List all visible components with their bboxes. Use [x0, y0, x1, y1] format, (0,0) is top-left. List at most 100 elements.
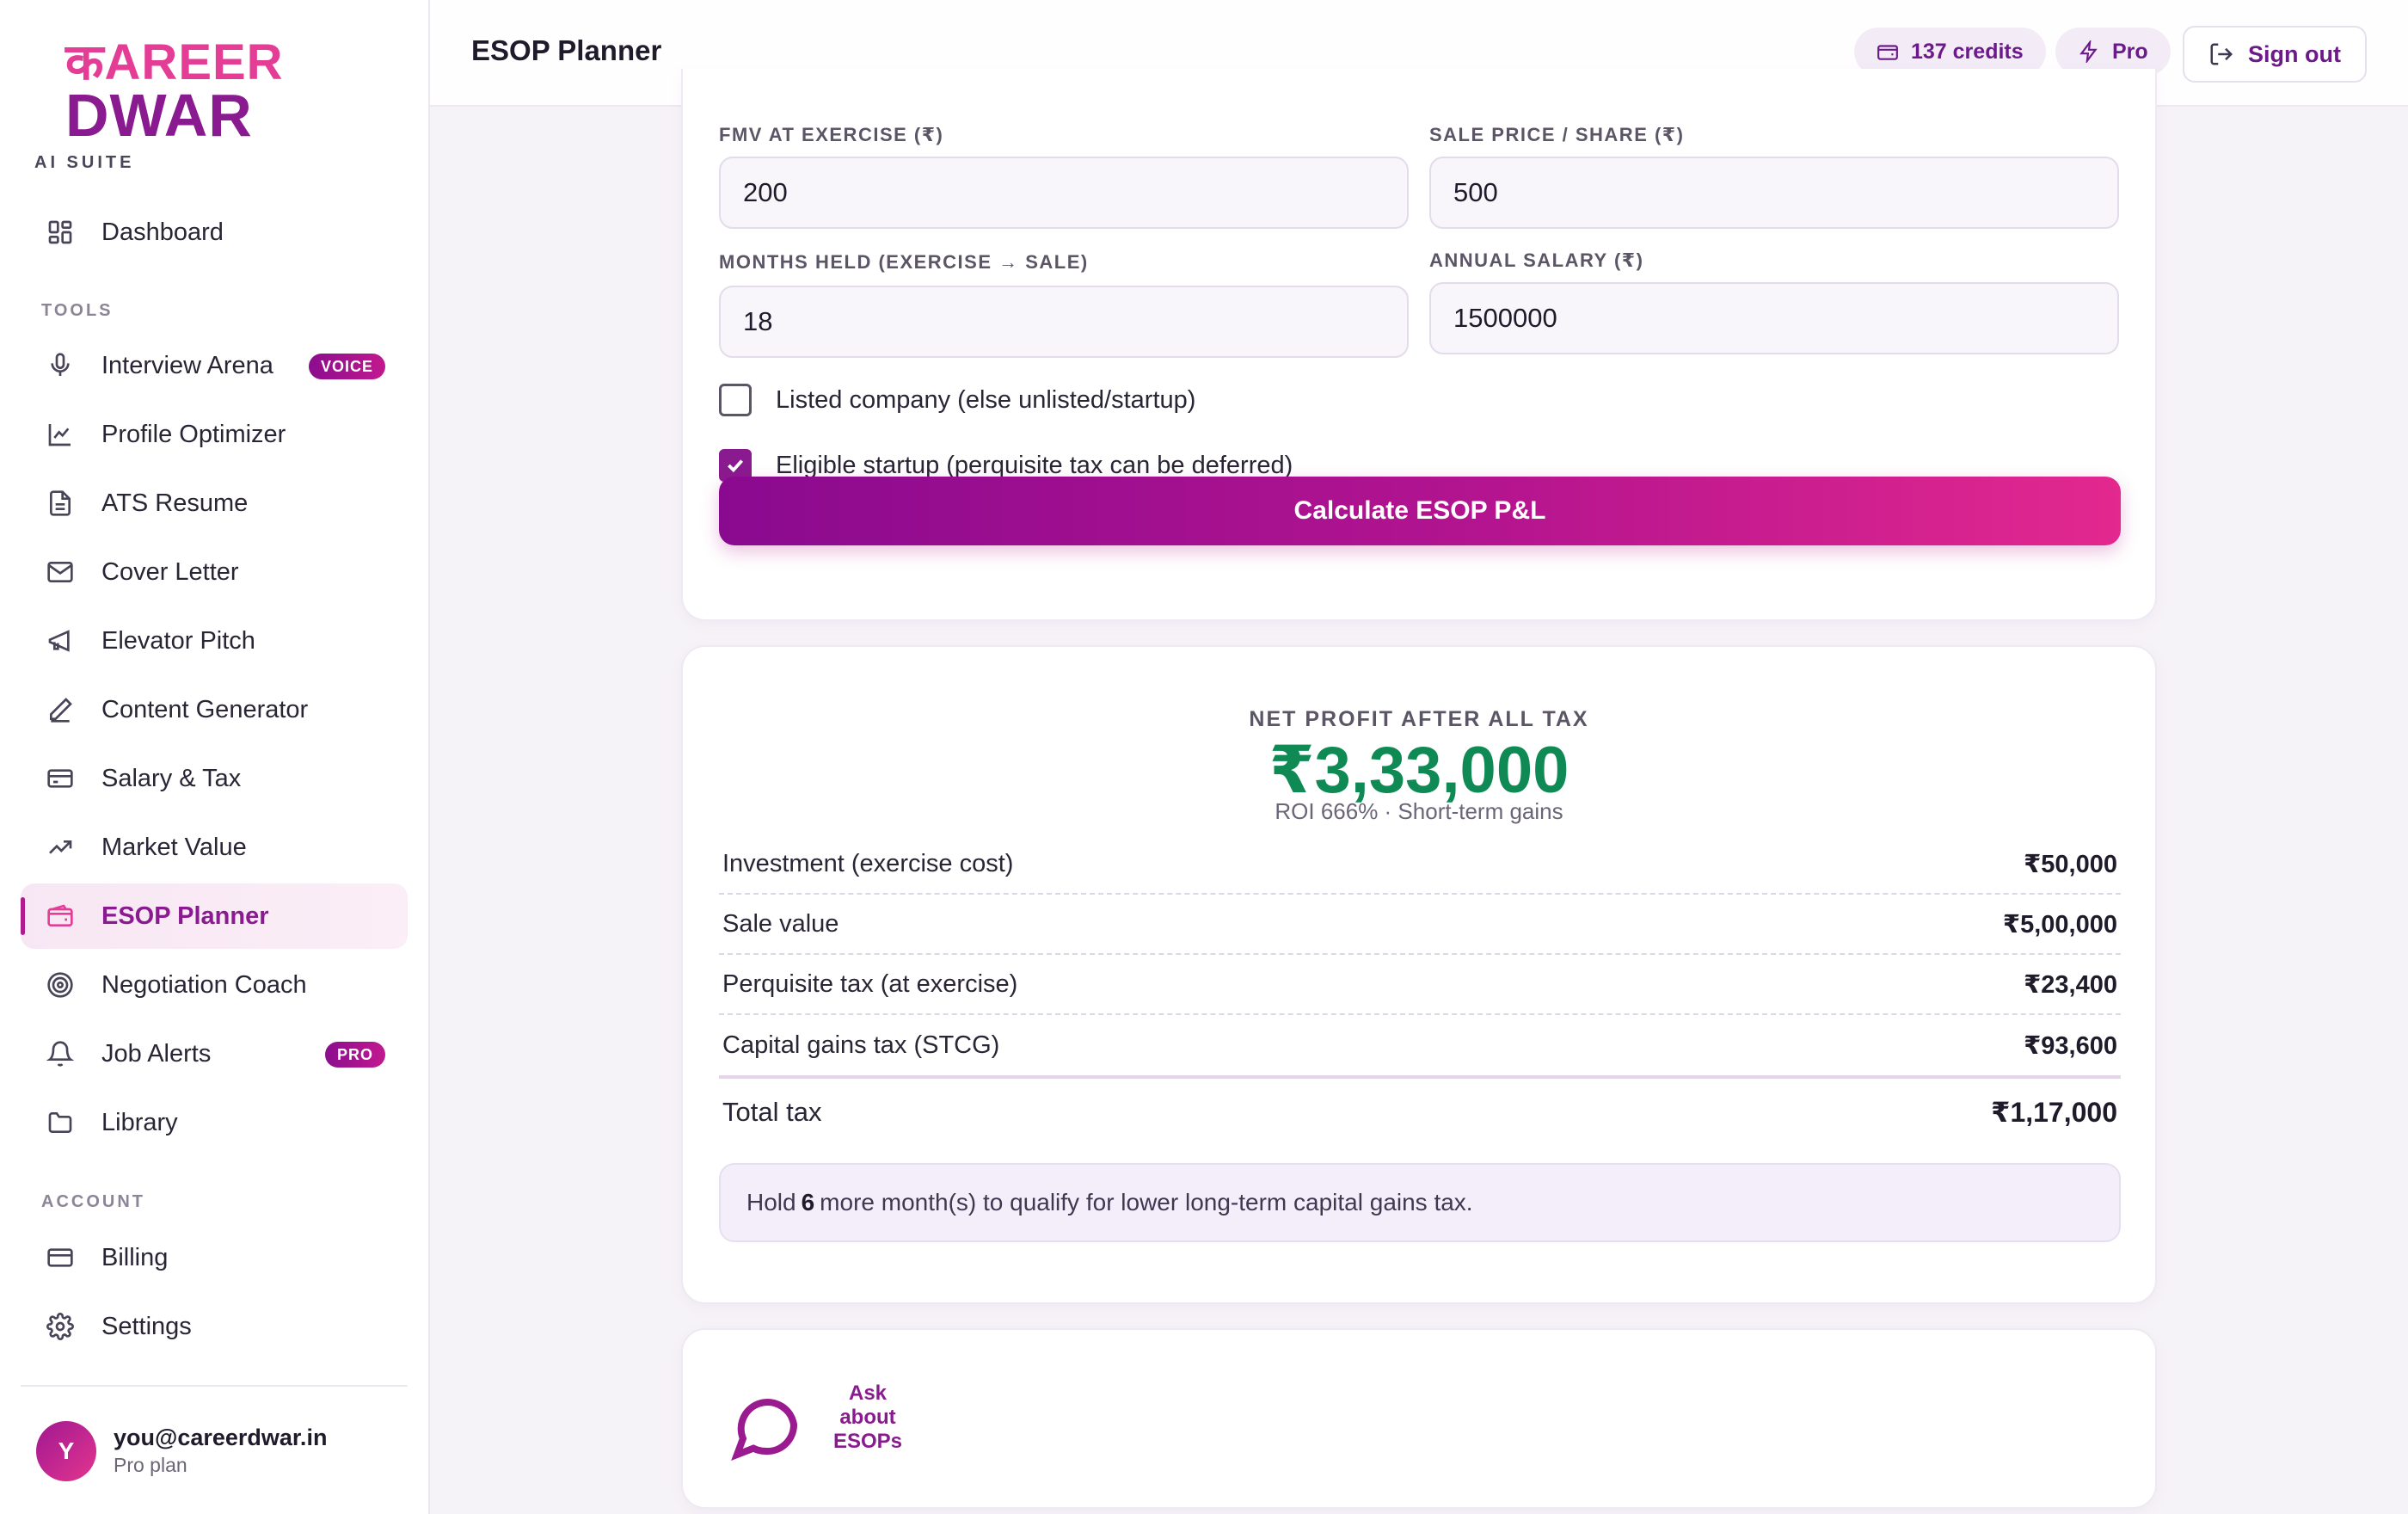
breakdown-row: Investment (exercise cost) ₹50,000 — [719, 834, 2121, 895]
document-icon — [45, 488, 76, 519]
fmv-label: FMV AT EXERCISE (₹) — [719, 124, 944, 145]
row-label: Perquisite tax (at exercise) — [722, 969, 1018, 998]
total-tax-label: Total tax — [722, 1097, 822, 1127]
sidebar-item-ats-resume[interactable]: ATS Resume — [21, 471, 408, 536]
sidebar-item-label: Negotiation Coach — [101, 970, 307, 999]
months-held-input[interactable]: 18 — [719, 286, 1409, 358]
ask-line-1: Ask — [848, 1382, 888, 1405]
sign-out-label: Sign out — [2248, 40, 2341, 67]
sidebar-item-market-value[interactable]: Market Value — [21, 815, 408, 880]
hint-months: 6 — [801, 1189, 815, 1216]
total-tax-row: Total tax ₹1,17,000 — [719, 1082, 2121, 1142]
sidebar-item-label: Elevator Pitch — [101, 626, 255, 655]
total-divider — [719, 1075, 2121, 1079]
mic-icon — [45, 350, 76, 381]
breakdown-row: Capital gains tax (STCG) ₹93,600 — [719, 1015, 2121, 1075]
pen-icon — [45, 694, 76, 725]
sidebar-item-salary-tax[interactable]: Salary & Tax — [21, 746, 408, 811]
user-email: you@careerdwar.in — [114, 1425, 328, 1450]
credits-label: 137 credits — [1911, 39, 2024, 64]
user-divider — [21, 1385, 408, 1387]
annual-salary-input[interactable]: 1500000 — [1429, 282, 2119, 354]
listed-company-label: Listed company (else unlisted/startup) — [776, 385, 1196, 414]
bell-icon — [45, 1038, 76, 1069]
sidebar-item-label: Salary & Tax — [101, 764, 242, 792]
sidebar-item-negotiation-coach[interactable]: Negotiation Coach — [21, 952, 408, 1018]
net-profit-label: NET PROFIT AFTER ALL TAX — [1249, 707, 1589, 731]
sidebar-item-label: Market Value — [101, 833, 247, 861]
roi-summary: ROI 666% · Short-term gains — [1275, 798, 1563, 824]
sidebar-item-billing[interactable]: Billing — [21, 1225, 408, 1290]
hint-suffix: more month(s) to qualify for lower long-… — [820, 1189, 1473, 1216]
sidebar-item-elevator-pitch[interactable]: Elevator Pitch — [21, 608, 408, 674]
net-profit-value: ₹3,33,000 — [1268, 734, 1570, 807]
folder-icon — [45, 1107, 76, 1138]
trending-up-icon — [45, 832, 76, 863]
pro-badge: PRO — [324, 1042, 385, 1068]
wallet-icon — [1877, 40, 1899, 63]
sidebar-item-esop-planner[interactable]: ESOP Planner — [21, 883, 408, 949]
breakdown-row: Perquisite tax (at exercise) ₹23,400 — [719, 955, 2121, 1015]
chat-bubble-icon[interactable] — [728, 1388, 803, 1464]
sign-out-button[interactable]: Sign out — [2183, 26, 2367, 83]
card-icon — [45, 763, 76, 794]
row-label: Investment (exercise cost) — [722, 849, 1014, 877]
esop-form-card: FMV AT EXERCISE (₹) 200 SALE PRICE / SHA… — [681, 69, 2157, 621]
sidebar-item-interview-arena[interactable]: Interview Arena VOICE — [21, 333, 408, 398]
sidebar-item-label: Profile Optimizer — [101, 420, 286, 448]
sidebar-item-label: ATS Resume — [101, 489, 249, 517]
tools-heading: TOOLS — [41, 301, 114, 320]
sidebar-item-label: Library — [101, 1108, 178, 1136]
sidebar-item-label: Interview Arena — [101, 351, 273, 379]
listed-company-checkbox[interactable] — [719, 384, 752, 416]
calculate-button[interactable]: Calculate ESOP P&L — [719, 477, 2121, 545]
sidebar-item-label: Cover Letter — [101, 557, 239, 586]
sidebar-item-content-generator[interactable]: Content Generator — [21, 677, 408, 742]
hint-prefix: Hold — [746, 1189, 796, 1216]
sale-price-input[interactable]: 500 — [1429, 157, 2119, 229]
fmv-input[interactable]: 200 — [719, 157, 1409, 229]
sidebar-item-label: Settings — [101, 1312, 192, 1340]
ask-about-esops-button[interactable]: Ask about ESOPs — [820, 1382, 915, 1454]
esop-result-card: NET PROFIT AFTER ALL TAX ₹3,33,000 ROI 6… — [681, 645, 2157, 1304]
eligible-startup-label: Eligible startup (perquisite tax can be … — [776, 451, 1293, 479]
sidebar-item-label: Dashboard — [101, 218, 224, 246]
logo-bottom-text: DWAR — [65, 82, 253, 149]
user-plan: Pro plan — [114, 1454, 187, 1476]
sidebar-item-cover-letter[interactable]: Cover Letter — [21, 539, 408, 605]
line-chart-icon — [45, 419, 76, 450]
wallet-icon — [45, 901, 76, 932]
ask-esop-card[interactable]: Ask about ESOPs — [681, 1328, 2157, 1509]
page-title: ESOP Planner — [471, 34, 662, 66]
breakdown-row: Sale value ₹5,00,000 — [719, 895, 2121, 955]
listed-company-checkbox-row[interactable]: Listed company (else unlisted/startup) — [719, 384, 1195, 416]
brand-logo[interactable]: कAREER DWAR — [65, 34, 284, 149]
lightning-icon — [2078, 40, 2100, 63]
sidebar-item-label: ESOP Planner — [101, 902, 269, 930]
target-icon — [45, 969, 76, 1000]
total-tax-value: ₹1,17,000 — [1991, 1097, 2117, 1128]
grid-icon — [45, 217, 76, 248]
row-value: ₹23,400 — [2024, 970, 2117, 999]
checkmark-icon — [728, 459, 743, 473]
sidebar-item-label: Job Alerts — [101, 1039, 212, 1068]
sidebar-item-dashboard[interactable]: Dashboard — [21, 200, 408, 265]
sidebar-item-profile-optimizer[interactable]: Profile Optimizer — [21, 402, 408, 467]
avatar[interactable]: Y — [36, 1421, 96, 1481]
logout-icon — [2208, 41, 2234, 67]
sale-price-label: SALE PRICE / SHARE (₹) — [1429, 124, 1685, 145]
account-heading: ACCOUNT — [41, 1192, 145, 1211]
sidebar-item-job-alerts[interactable]: Job Alerts PRO — [21, 1021, 408, 1086]
row-value: ₹50,000 — [2024, 850, 2117, 878]
suite-label: AI SUITE — [34, 153, 135, 172]
sidebar: कAREER DWAR AI SUITE Dashboard TOOLS Int… — [0, 0, 430, 1514]
ask-line-3: ESOPs — [832, 1430, 903, 1453]
ltcg-hint: Hold 6 more month(s) to qualify for lowe… — [719, 1163, 2121, 1242]
sidebar-item-settings[interactable]: Settings — [21, 1294, 408, 1359]
logo-top-text: कAREER — [65, 34, 284, 90]
voice-badge: VOICE — [308, 354, 385, 379]
mail-icon — [45, 557, 76, 588]
row-label: Sale value — [722, 909, 839, 938]
sidebar-item-library[interactable]: Library — [21, 1090, 408, 1155]
plan-label: Pro — [2112, 39, 2148, 64]
